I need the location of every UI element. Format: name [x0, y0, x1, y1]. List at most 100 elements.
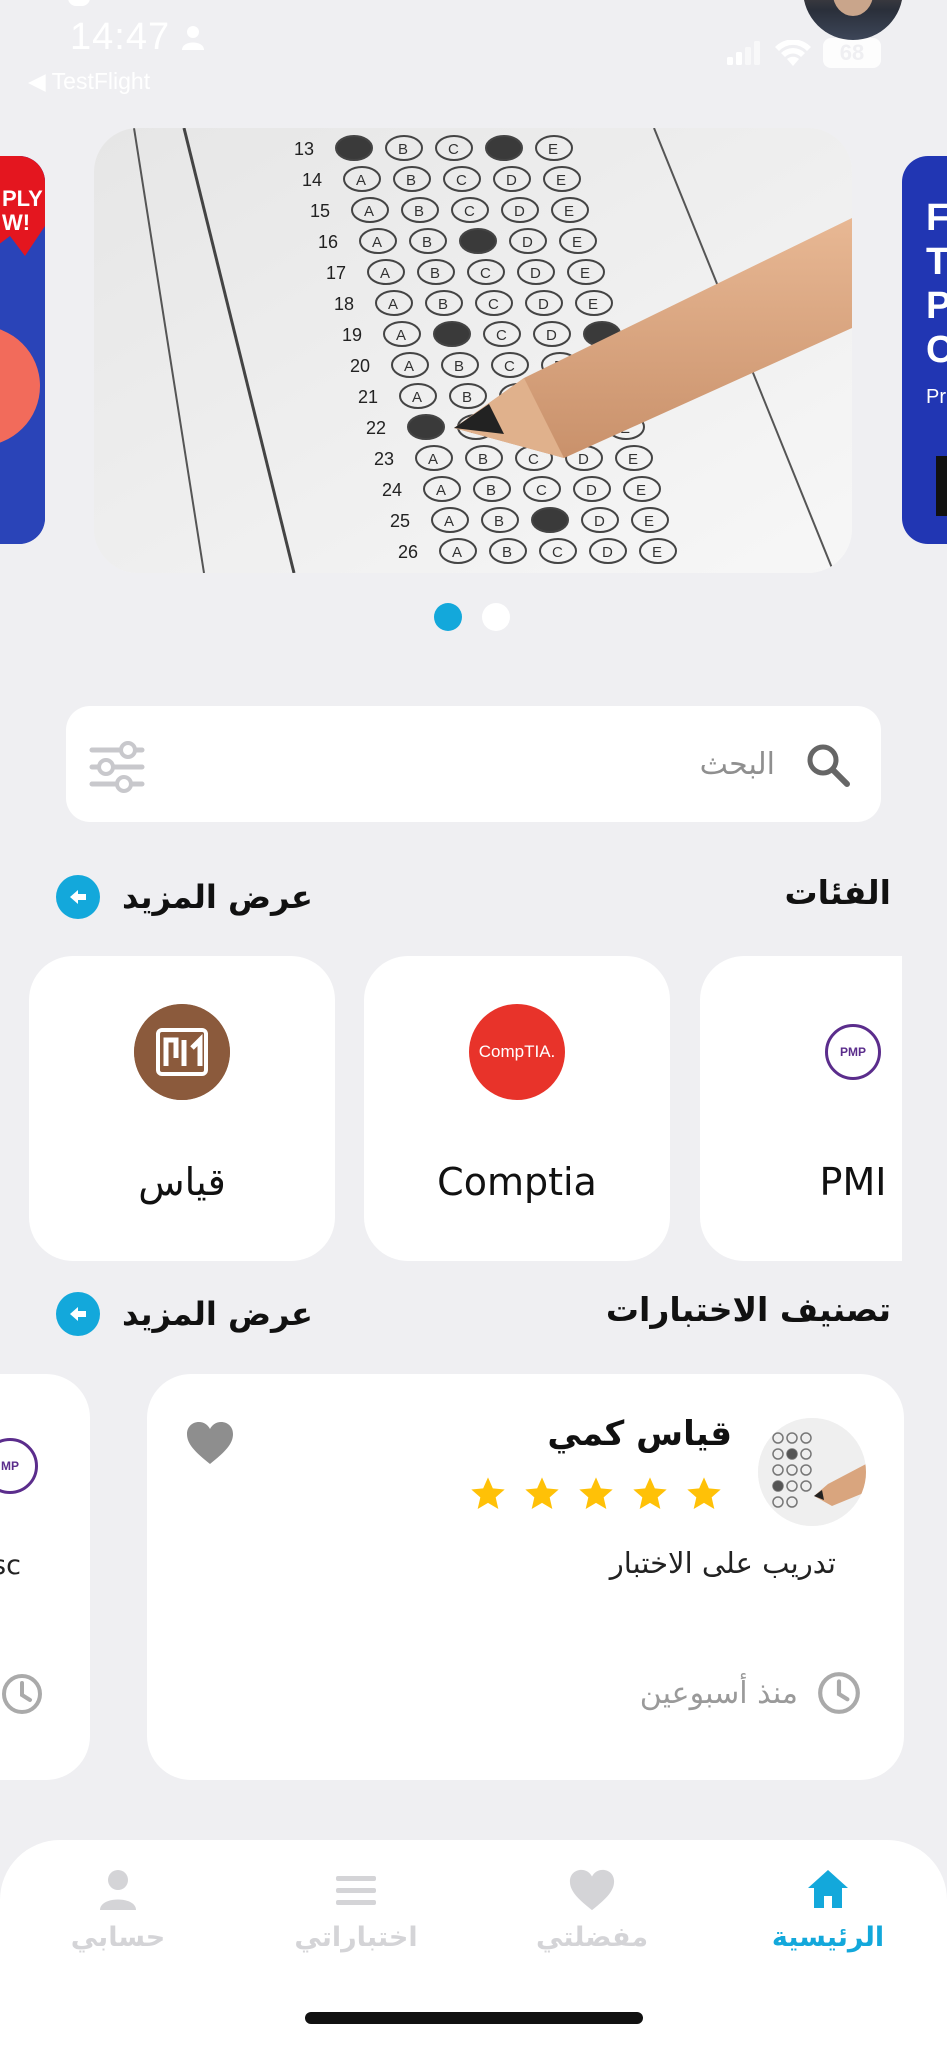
answer-bubble-letter: C — [464, 203, 475, 220]
filter-sliders-icon[interactable] — [88, 740, 146, 794]
category-card-pmi[interactable]: PMP PMI — [700, 956, 902, 1261]
answer-bubble-letter: D — [538, 296, 549, 313]
category-card-pmi-clip: PMP PMI — [700, 956, 902, 1261]
nav-item-favorites[interactable]: مفضلتي — [492, 1866, 692, 1953]
testflight-back-link[interactable]: ◀ TestFlight — [28, 68, 150, 95]
category-card-comptia[interactable]: CompTIA. Comptia — [364, 956, 670, 1261]
answer-bubble-letter: C — [488, 296, 499, 313]
answer-bubble-letter: B — [454, 358, 464, 375]
answer-bubble — [335, 135, 373, 161]
answer-bubble-letter: E — [588, 296, 598, 313]
answer-bubble-letter: D — [578, 451, 589, 468]
answer-bubble-letter: A — [452, 544, 462, 561]
notification-icon — [68, 0, 90, 6]
list-icon — [336, 1876, 376, 1905]
answer-bubble-letter: D — [594, 513, 605, 530]
categories-title: الفئات — [784, 873, 891, 912]
question-number: 24 — [382, 480, 402, 500]
categories-see-more-button[interactable]: عرض المزيد — [56, 875, 313, 919]
comptia-logo-text: CompTIA. — [478, 1042, 556, 1061]
comptia-logo-icon: CompTIA. — [469, 1004, 565, 1100]
answer-bubble-letter: E — [556, 172, 566, 189]
svg-text:W!: W! — [2, 210, 30, 235]
exam-subtitle: تدريب على الاختبار — [609, 1546, 836, 1580]
answer-bubble-letter: B — [406, 172, 416, 189]
answer-bubble — [407, 414, 445, 440]
exam-timestamp: منذ أسبوعين — [640, 1670, 862, 1716]
exam-subtitle-fragment: sc — [0, 1550, 21, 1581]
answer-bubble-letter: A — [380, 265, 390, 282]
answer-bubble-letter: A — [364, 203, 374, 220]
carousel-dot-2[interactable] — [482, 603, 510, 631]
banner-exam-sheet[interactable]: B C E 13 A B C D E 14 A B C D E 15 A B D E 16 A B C D E 17 A B C D E 18 A… — [94, 128, 852, 573]
question-number: 21 — [358, 387, 378, 407]
banner-next-subtext: Pr — [926, 386, 946, 408]
search-icon[interactable] — [805, 742, 851, 788]
see-more-label: عرض المزيد — [122, 878, 313, 916]
answer-bubble-letter: B — [414, 203, 424, 220]
answer-bubble-letter: D — [530, 265, 541, 282]
star-icon — [633, 1477, 667, 1509]
answer-bubble-letter: B — [398, 141, 408, 158]
question-number: 15 — [310, 201, 330, 221]
answer-bubble-letter: E — [580, 265, 590, 282]
nav-label: الرئيسية — [771, 1922, 885, 1953]
exams-title: تصنيف الاختبارات — [605, 1290, 891, 1329]
arrow-left-icon — [56, 1292, 100, 1336]
answer-bubble-letter: B — [430, 265, 440, 282]
answer-bubble-letter: B — [494, 513, 504, 530]
answer-bubble-letter: D — [586, 482, 597, 499]
category-label: PMI — [819, 1160, 887, 1204]
answer-bubble-letter: E — [644, 513, 654, 530]
answer-bubble-letter: D — [546, 327, 557, 344]
star-icon — [471, 1477, 505, 1509]
home-icon — [808, 1870, 848, 1908]
svg-text:PLY: PLY — [2, 186, 43, 211]
answer-bubble-letter: B — [486, 482, 496, 499]
answer-bubble-letter: E — [628, 451, 638, 468]
answer-bubble-letter: B — [502, 544, 512, 561]
nav-item-home[interactable]: الرئيسية — [728, 1866, 928, 1953]
exam-card[interactable]: قياس كمي تدريب على الاختبار منذ أسبوعين — [147, 1374, 904, 1780]
pmp-logo-icon: PMP — [825, 1024, 881, 1080]
banner-next-heading: F T P C — [926, 197, 947, 371]
answer-bubble-letter: C — [496, 327, 507, 344]
nav-item-my-exams[interactable]: اختباراتي — [256, 1866, 456, 1953]
exams-see-more-button[interactable]: عرض المزيد — [56, 1292, 313, 1336]
exam-card-partial[interactable]: MP sc — [0, 1374, 90, 1780]
pmp-logo-text: PMP — [839, 1045, 866, 1059]
answer-bubble-letter: A — [356, 172, 366, 189]
search-bar — [66, 706, 881, 822]
answer-bubble-letter: A — [388, 296, 398, 313]
wifi-icon — [775, 40, 811, 66]
answer-bubble-letter: A — [404, 358, 414, 375]
search-input[interactable] — [175, 736, 775, 792]
question-number: 17 — [326, 263, 346, 283]
banner-next-graphic — [936, 456, 947, 516]
status-indicators: 68 — [727, 38, 881, 68]
avatar[interactable] — [803, 0, 903, 40]
carousel-dot-1[interactable] — [434, 603, 462, 631]
clock-icon — [2, 1674, 42, 1714]
star-icon — [687, 1477, 721, 1509]
banner-previous[interactable]: PLY W! — [0, 156, 45, 544]
nav-item-account[interactable]: حسابي — [18, 1866, 218, 1953]
category-card-qiyas[interactable]: قياس — [29, 956, 335, 1261]
home-indicator[interactable] — [305, 2012, 643, 2024]
star-icon — [579, 1477, 613, 1509]
favorite-heart-icon[interactable] — [185, 1420, 235, 1466]
answer-bubble — [459, 228, 497, 254]
person-status-icon — [182, 26, 204, 50]
answer-bubble-letter: B — [462, 389, 472, 406]
banner-previous-art: PLY W! — [0, 156, 45, 544]
carousel-pagination[interactable] — [434, 603, 510, 631]
person-icon — [100, 1870, 136, 1910]
answer-bubble-letter: B — [438, 296, 448, 313]
app-screen: 14:47 ◀ TestFlight 68 PLY W! B C E 13 A … — [0, 0, 947, 2048]
answer-bubble-letter: C — [552, 544, 563, 561]
answer-bubble-letter: A — [396, 327, 406, 344]
status-time: 14:47 — [70, 16, 171, 58]
answer-bubble — [531, 507, 569, 533]
answer-bubble-letter: E — [548, 141, 558, 158]
banner-next[interactable]: F T P C Pr — [902, 156, 947, 544]
